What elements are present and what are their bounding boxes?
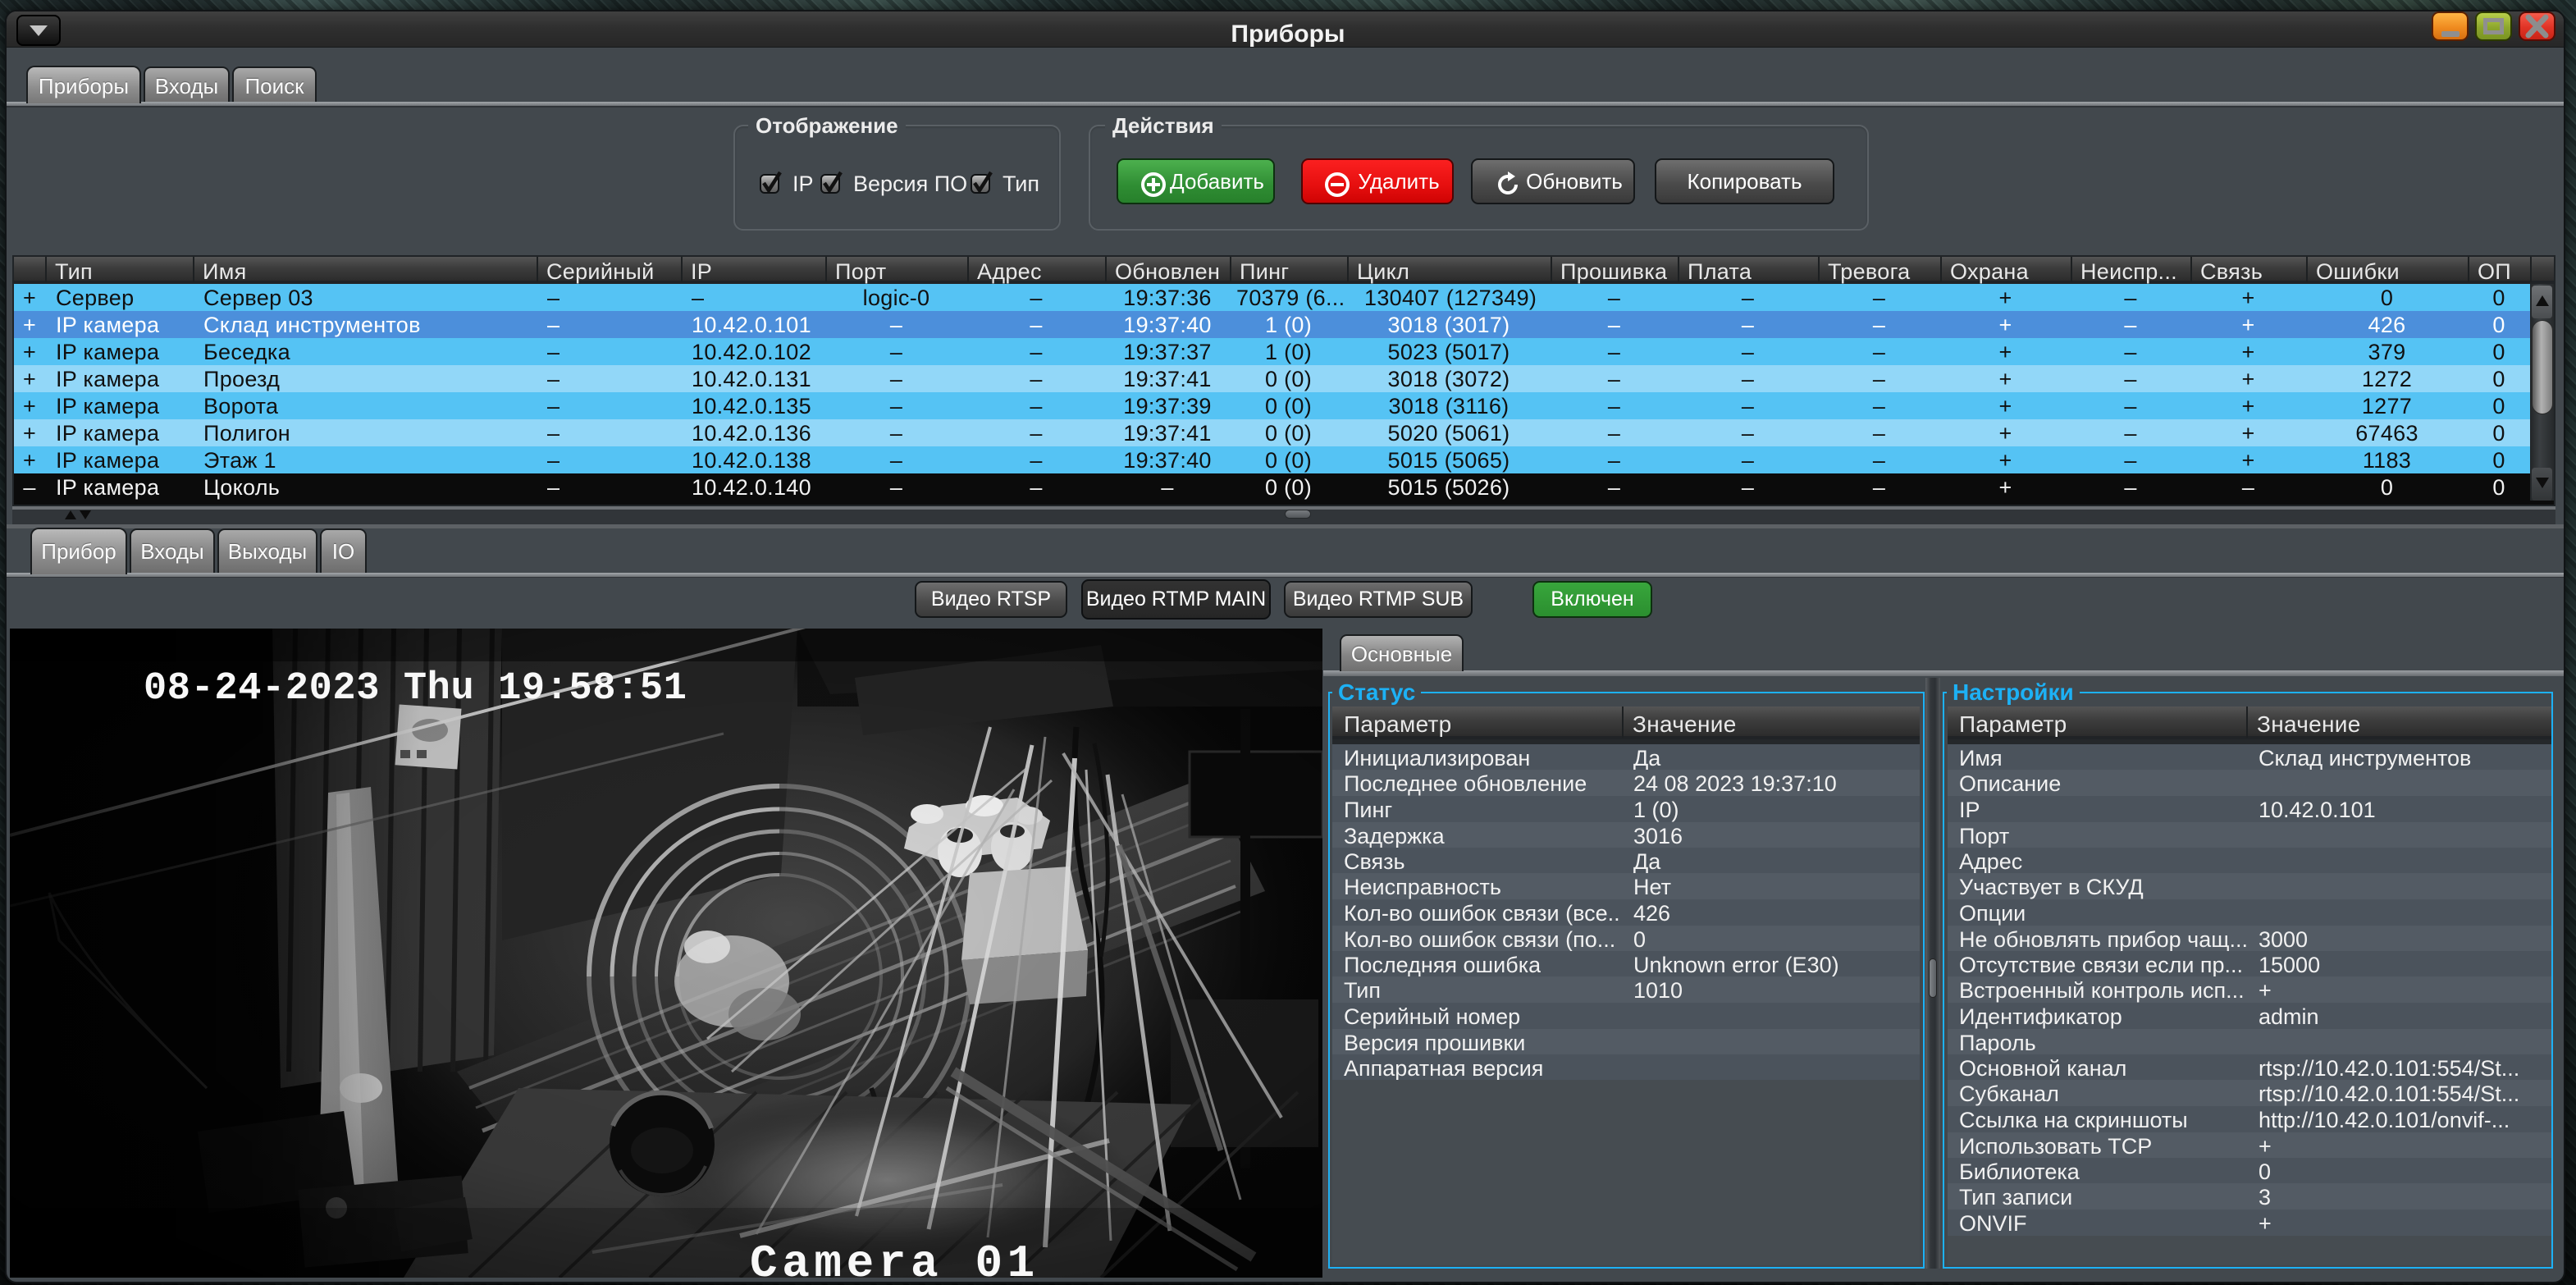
svg-text:08-24-2023 Thu 19:58:51: 08-24-2023 Thu 19:58:51 xyxy=(144,667,687,711)
svg-text:Camera 01: Camera 01 xyxy=(750,1237,1039,1278)
